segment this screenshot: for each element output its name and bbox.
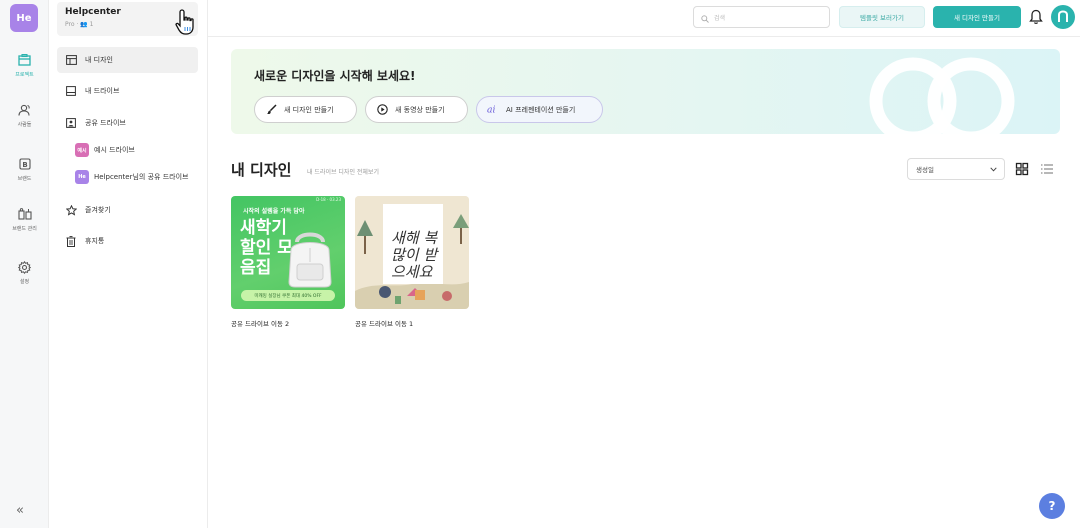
design-card-thumbnail[interactable]: D-18 · 03.23 시작의 설렘을 가득 담아 새학기 할인 모음집 미캐… (231, 196, 345, 309)
thumbnail-calligraphy: 새해 복 많이 받으세요 (391, 229, 438, 281)
design-card-title[interactable]: 공유 드라이브 이동 1 (355, 318, 413, 328)
workspace-meta: Pro · 👥 1 (65, 21, 94, 28)
avatar-logo-icon (1058, 10, 1068, 22)
design-card-thumbnail[interactable]: 새해 복 많이 받으세요 (355, 196, 469, 309)
gear-icon (17, 259, 33, 275)
thumbnail-tagline: 시작의 설렘을 가득 담아 (243, 208, 305, 215)
example-drive-badge: 예시 (75, 143, 89, 157)
sidebar-item-trash[interactable]: 휴지통 (57, 228, 198, 254)
rail-item-brand-manage[interactable]: 브랜드 관리 (0, 206, 49, 244)
collapse-sidebar-button[interactable]: « (16, 503, 24, 518)
hero-new-design-button[interactable]: 새 디자인 만들기 (254, 96, 357, 123)
list-view-icon[interactable] (1040, 162, 1054, 176)
thumbnail-coupon-pill: 미캐밍 실장님 쿠폰 최대 40% OFF (241, 290, 335, 301)
top-bar: 검색 템플릿 보러가기 새 디자인 만들기 (208, 0, 1080, 37)
new-design-button[interactable]: 새 디자인 만들기 (933, 6, 1021, 28)
view-all-drive-designs-link[interactable]: 내 드라이브 디자인 전체보기 (307, 167, 379, 176)
thumbnail-date-tag: D-18 · 03.23 (316, 197, 341, 202)
sidebar-item-my-designs[interactable]: 내 디자인 (57, 47, 198, 73)
brush-icon (265, 104, 277, 116)
section-title: 내 디자인 (231, 161, 292, 179)
workspace-logo[interactable]: He (10, 4, 38, 32)
brand-manage-icon (17, 206, 33, 222)
helpcenter-drive-badge: He (75, 170, 89, 184)
svg-text:B: B (22, 161, 27, 169)
search-input[interactable]: 검색 (693, 6, 830, 28)
search-icon (701, 8, 709, 27)
hero-banner: 새로운 디자인을 시작해 보세요! 새 디자인 만들기 새 동영상 만들기 ai… (231, 49, 1060, 134)
play-icon (376, 104, 388, 116)
star-icon (65, 204, 77, 216)
sidebar-item-favorites[interactable]: 즐겨찾기 (57, 197, 198, 223)
sidebar-item-example-drive[interactable]: 예시 예시 드라이브 (75, 140, 197, 160)
rail-item-settings[interactable]: 설정 (0, 259, 49, 297)
chevron-down-icon (990, 166, 997, 174)
workspace-name: Helpcenter (65, 7, 121, 17)
hero-ai-presentation-button[interactable]: ai AI 프레젠테이션 만들기 (476, 96, 603, 123)
drive-icon (65, 85, 77, 97)
layout-icon (65, 54, 77, 66)
browse-templates-button[interactable]: 템플릿 보러가기 (839, 6, 925, 28)
folder-icon (17, 52, 33, 68)
decorative-rings-icon (869, 57, 1015, 134)
sidebar-item-my-drive[interactable]: 내 드라이브 (57, 78, 198, 104)
left-rail: He 프로젝트 사람들 B 브랜드 브랜드 관리 설정 « (0, 0, 49, 528)
sidebar: Helpcenter Pro · 👥 1 내 디자인 내 드라이브 공유 드라이… (49, 0, 208, 528)
search-placeholder: 검색 (714, 14, 726, 22)
hand-pointer-cursor-icon (175, 9, 194, 35)
app-root: He 프로젝트 사람들 B 브랜드 브랜드 관리 설정 « Helpcenter… (0, 0, 1080, 528)
hero-title: 새로운 디자인을 시작해 보세요! (254, 69, 416, 83)
svg-text:ai: ai (487, 105, 495, 115)
ai-icon: ai (487, 104, 499, 116)
hero-new-video-button[interactable]: 새 동영상 만들기 (365, 96, 468, 123)
rail-item-projects[interactable]: 프로젝트 (0, 52, 49, 90)
sidebar-item-helpcenter-shared-drive[interactable]: He Helpcenter님의 공유 드라이브 (75, 167, 197, 187)
trash-icon (65, 235, 77, 247)
shared-drive-icon (65, 117, 77, 129)
bell-icon[interactable] (1029, 9, 1043, 25)
grid-view-icon[interactable] (1015, 162, 1029, 176)
rail-item-people[interactable]: 사람들 (0, 102, 49, 140)
rail-item-brand[interactable]: B 브랜드 (0, 156, 49, 194)
brand-icon: B (17, 156, 33, 172)
sort-select[interactable]: 생성일 (907, 158, 1005, 180)
backpack-icon (288, 232, 332, 288)
help-button[interactable]: ? (1039, 493, 1065, 519)
design-card-title[interactable]: 공유 드라이브 이동 2 (231, 318, 289, 328)
sidebar-item-shared-drive[interactable]: 공유 드라이브 (57, 110, 198, 136)
user-avatar[interactable] (1051, 5, 1075, 29)
people-icon (17, 102, 33, 118)
